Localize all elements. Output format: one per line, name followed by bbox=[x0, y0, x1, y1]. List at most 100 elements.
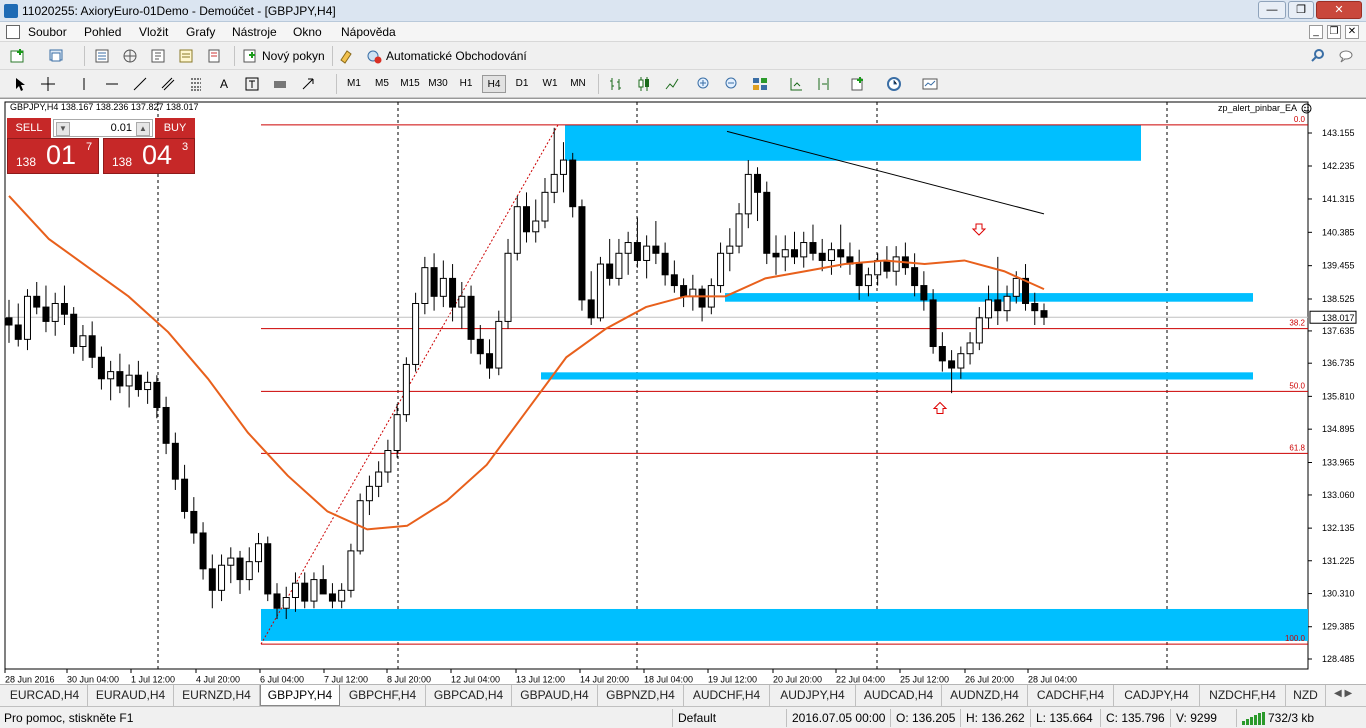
mdi-minimize-button[interactable]: _ bbox=[1309, 25, 1323, 39]
buy-price-box[interactable]: 138 04 3 bbox=[103, 138, 195, 174]
chart-tab-nzd[interactable]: NZD bbox=[1286, 685, 1326, 706]
search-icon[interactable] bbox=[1310, 48, 1326, 64]
candle-body bbox=[790, 249, 798, 258]
chart-tab-audjpy-h4[interactable]: AUDJPY,H4 bbox=[770, 685, 856, 706]
navigator-icon[interactable] bbox=[122, 48, 138, 64]
mdi-restore-button[interactable]: ❐ bbox=[1327, 25, 1341, 39]
timeframe-m30[interactable]: M30 bbox=[426, 75, 450, 93]
tile-windows-icon[interactable] bbox=[752, 76, 768, 92]
data-window-icon[interactable] bbox=[150, 48, 166, 64]
price-tick-label: 141.315 bbox=[1322, 194, 1355, 204]
mdi-window-icon[interactable] bbox=[6, 25, 20, 39]
text-tool-icon[interactable]: A bbox=[220, 77, 228, 91]
trendline-icon[interactable] bbox=[132, 76, 148, 92]
chart-tab-gbpnzd-h4[interactable]: GBPNZD,H4 bbox=[598, 685, 684, 706]
candle-body bbox=[726, 245, 734, 254]
auto-trading-icon[interactable] bbox=[366, 48, 382, 64]
timeframe-d1[interactable]: D1 bbox=[510, 75, 534, 93]
menu-pohled[interactable]: Pohled bbox=[84, 25, 121, 39]
new-order-icon[interactable] bbox=[242, 48, 258, 64]
buy-button[interactable]: BUY bbox=[155, 118, 195, 138]
chart-tab-cadchf-h4[interactable]: CADCHF,H4 bbox=[1028, 685, 1114, 706]
sell-button[interactable]: SELL bbox=[7, 118, 51, 138]
timeframe-m1[interactable]: M1 bbox=[342, 75, 366, 93]
periods-icon[interactable] bbox=[886, 76, 902, 92]
chart-tab-gbpcad-h4[interactable]: GBPCAD,H4 bbox=[426, 685, 512, 706]
menu-nastroje[interactable]: Nástroje bbox=[232, 25, 277, 39]
lot-decrease-button[interactable]: ▼ bbox=[56, 122, 70, 136]
chart-tab-cadjpy-h4[interactable]: CADJPY,H4 bbox=[1114, 685, 1200, 706]
chart-tab-audchf-h4[interactable]: AUDCHF,H4 bbox=[684, 685, 770, 706]
strategy-tester-icon[interactable] bbox=[206, 48, 222, 64]
equidistant-channel-icon[interactable] bbox=[160, 76, 176, 92]
new-chart-icon[interactable] bbox=[10, 48, 26, 64]
indicators-icon[interactable] bbox=[850, 76, 866, 92]
timeframe-m5[interactable]: M5 bbox=[370, 75, 394, 93]
chart-tab-eurcad-h4[interactable]: EURCAD,H4 bbox=[2, 685, 88, 706]
chart-tab-audcad-h4[interactable]: AUDCAD,H4 bbox=[856, 685, 942, 706]
shapes-icon[interactable] bbox=[272, 76, 288, 92]
chat-icon[interactable] bbox=[1338, 48, 1354, 64]
templates-icon[interactable] bbox=[922, 76, 938, 92]
fibonacci-icon[interactable] bbox=[188, 76, 204, 92]
line-chart-icon[interactable] bbox=[664, 76, 680, 92]
menu-vlozit[interactable]: Vložit bbox=[139, 25, 168, 39]
metaeditor-icon[interactable] bbox=[338, 48, 354, 64]
market-watch-icon[interactable] bbox=[94, 48, 110, 64]
candle-body bbox=[5, 317, 13, 326]
timeframe-mn[interactable]: MN bbox=[566, 75, 590, 93]
timeframe-w1[interactable]: W1 bbox=[538, 75, 562, 93]
mdi-close-button[interactable]: ✕ bbox=[1345, 25, 1359, 39]
new-order-button[interactable]: Nový pokyn bbox=[262, 49, 325, 63]
chart-tab-gbpaud-h4[interactable]: GBPAUD,H4 bbox=[512, 685, 598, 706]
menu-grafy[interactable]: Grafy bbox=[186, 25, 215, 39]
menu-napoveda[interactable]: Nápověda bbox=[341, 25, 396, 39]
cursor-icon[interactable] bbox=[12, 76, 28, 92]
maximize-button[interactable]: ❐ bbox=[1288, 1, 1314, 19]
chart-tab-eurnzd-h4[interactable]: EURNZD,H4 bbox=[174, 685, 260, 706]
chart-tab-audnzd-h4[interactable]: AUDNZD,H4 bbox=[942, 685, 1028, 706]
chart-tab-euraud-h4[interactable]: EURAUD,H4 bbox=[88, 685, 174, 706]
lot-size-input[interactable]: ▼ 0.01 ▲ bbox=[53, 119, 153, 137]
chart-shift-icon[interactable] bbox=[816, 76, 832, 92]
candle-body bbox=[596, 263, 604, 319]
candle-body bbox=[144, 381, 152, 391]
close-button[interactable]: ✕ bbox=[1316, 1, 1362, 19]
terminal-icon[interactable] bbox=[178, 48, 194, 64]
bar-chart-icon[interactable] bbox=[608, 76, 624, 92]
auto-trading-button[interactable]: Automatické Obchodování bbox=[386, 49, 527, 63]
minimize-button[interactable]: — bbox=[1258, 1, 1286, 19]
chart-window[interactable]: 0.0 38.2 50.0 61.8 100.0 143.155 142.235 141.31… bbox=[0, 98, 1366, 684]
tabs-scroll-icon[interactable]: ◀ ▶ bbox=[1334, 688, 1352, 699]
vertical-line-icon[interactable] bbox=[76, 76, 92, 92]
text-label-icon[interactable] bbox=[244, 76, 260, 92]
app-icon bbox=[4, 4, 18, 18]
crosshair-icon[interactable] bbox=[40, 76, 56, 92]
chart-tab-gbpjpy-h4[interactable]: GBPJPY,H4 bbox=[260, 685, 340, 706]
zoom-out-icon[interactable] bbox=[724, 76, 740, 92]
candle-body bbox=[652, 245, 660, 254]
candle-body bbox=[735, 213, 743, 247]
lot-size-value[interactable]: 0.01 bbox=[74, 122, 132, 134]
candle-body bbox=[42, 306, 50, 322]
lot-increase-button[interactable]: ▲ bbox=[136, 122, 150, 136]
status-traffic: 732/3 kb bbox=[1268, 711, 1315, 725]
candle-body bbox=[800, 242, 808, 258]
timeframe-h1[interactable]: H1 bbox=[454, 75, 478, 93]
arrows-icon[interactable] bbox=[300, 76, 316, 92]
menu-soubor[interactable]: Soubor bbox=[28, 25, 67, 39]
menu-okno[interactable]: Okno bbox=[293, 25, 322, 39]
autoscroll-icon[interactable] bbox=[788, 76, 804, 92]
price-chart[interactable]: 0.0 38.2 50.0 61.8 100.0 143.155 142.235 141.31… bbox=[0, 99, 1366, 685]
profiles-icon[interactable] bbox=[48, 48, 64, 64]
chart-tab-nzdchf-h4[interactable]: NZDCHF,H4 bbox=[1200, 685, 1286, 706]
timeframe-h4[interactable]: H4 bbox=[482, 75, 506, 93]
candle-body bbox=[439, 277, 447, 297]
expert-advisor-label[interactable]: zp_alert_pinbar_EA bbox=[1218, 103, 1297, 113]
horizontal-line-icon[interactable] bbox=[104, 76, 120, 92]
sell-price-box[interactable]: 138 01 7 bbox=[7, 138, 99, 174]
chart-tab-gbpchf-h4[interactable]: GBPCHF,H4 bbox=[340, 685, 426, 706]
zoom-in-icon[interactable] bbox=[696, 76, 712, 92]
candlestick-icon[interactable] bbox=[636, 76, 652, 92]
timeframe-m15[interactable]: M15 bbox=[398, 75, 422, 93]
